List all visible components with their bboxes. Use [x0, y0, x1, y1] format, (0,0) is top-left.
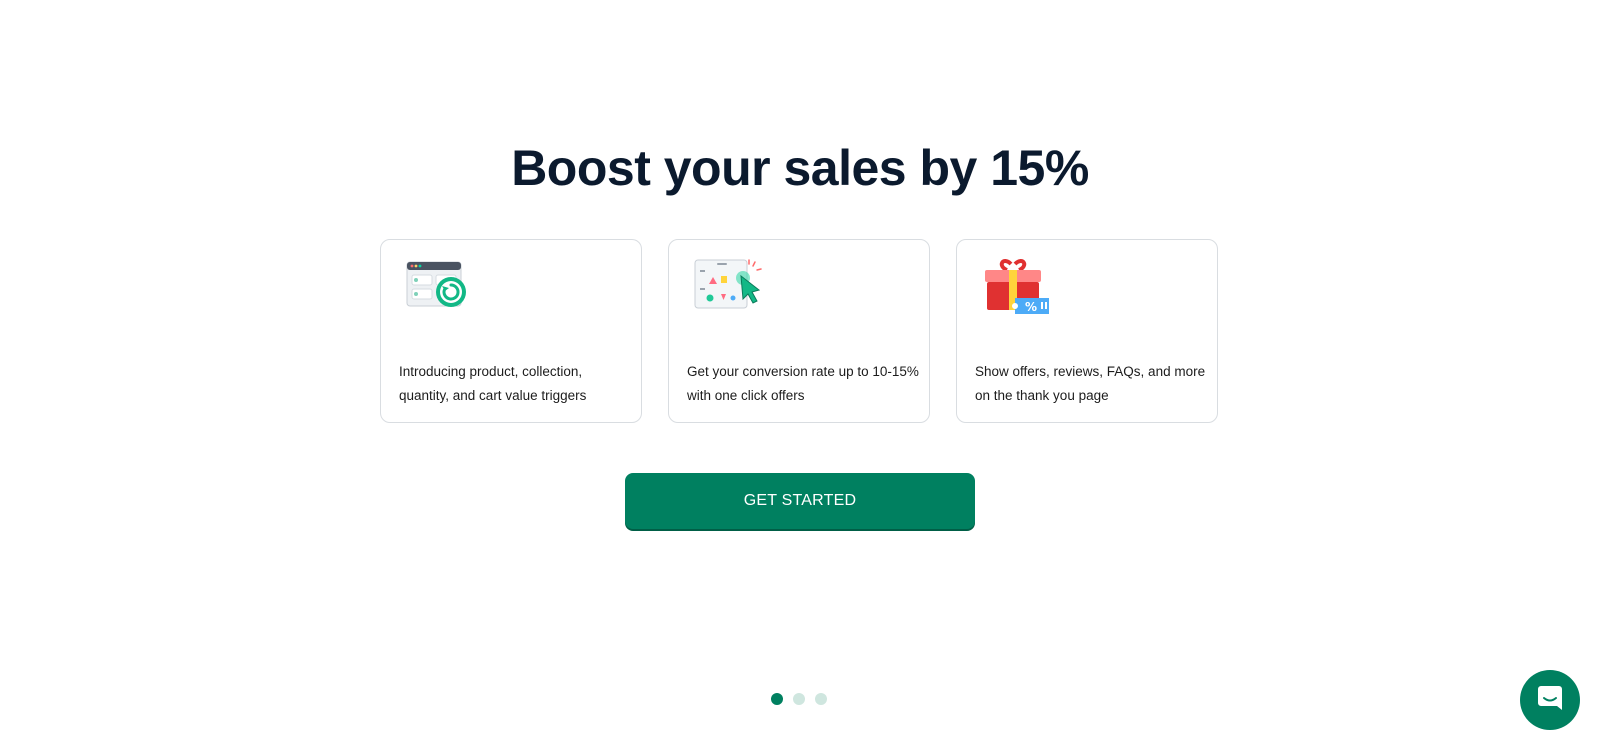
page-title: Boost your sales by 15%	[511, 140, 1089, 196]
feature-card-text: Show offers, reviews, FAQs, and more on …	[975, 364, 1206, 403]
carousel-pagination	[771, 693, 831, 705]
feature-card-text: Introducing product, collection, quantit…	[399, 364, 587, 403]
gift-percent-icon: %	[981, 254, 1053, 316]
get-started-button[interactable]: GET STARTED	[625, 473, 975, 529]
onboarding-page: Boost your sales by 15% Introducing prod…	[0, 0, 1600, 750]
feature-card-text: Get your conversion rate up to 10-15% wi…	[687, 364, 919, 403]
chat-icon	[1536, 684, 1564, 717]
feature-card-thankyou: % Show offers, reviews, FAQs, and more o…	[956, 239, 1218, 423]
refresh-window-icon	[405, 254, 477, 316]
pagination-dot-3[interactable]	[815, 693, 827, 705]
feature-card-conversion: Get your conversion rate up to 10-15% wi…	[668, 239, 930, 423]
chat-launcher-button[interactable]	[1520, 670, 1580, 730]
pagination-dot-2[interactable]	[793, 693, 805, 705]
feature-card-triggers: Introducing product, collection, quantit…	[380, 239, 642, 423]
feature-cards: Introducing product, collection, quantit…	[380, 239, 1220, 425]
pagination-dot-1-active[interactable]	[771, 693, 783, 705]
svg-text:%: %	[1025, 300, 1037, 314]
click-board-icon	[693, 254, 765, 316]
